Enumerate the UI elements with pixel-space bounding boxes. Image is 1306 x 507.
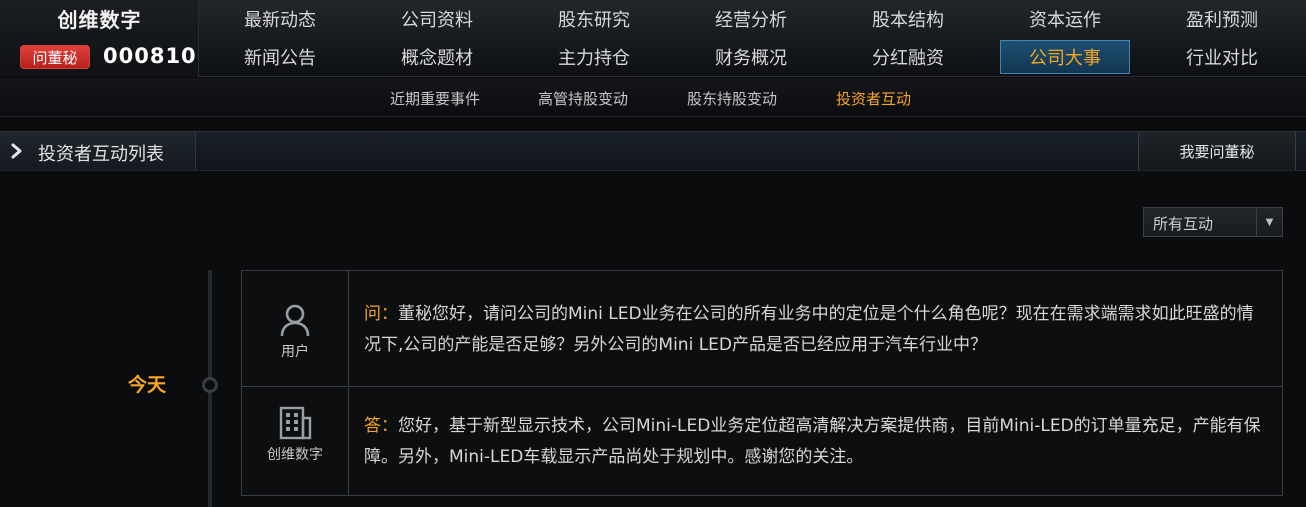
- question-text: 董秘您好，请问公司的Mini LED业务在公司的所有业务中的定位是个什么角色呢？…: [364, 304, 1254, 355]
- nav-concepts[interactable]: 概念题材: [372, 40, 502, 74]
- nav-industry-comparison[interactable]: 行业对比: [1157, 40, 1287, 74]
- answer-avatar: 创维数字: [242, 388, 349, 495]
- answer-author: 创维数字: [267, 447, 323, 463]
- timeline-date: 今天: [128, 374, 167, 396]
- answer-text-block: 答：您好，基于新型显示技术，公司Mini-LED业务定位超高清解决方案提供商，目…: [364, 411, 1269, 473]
- building-icon: [279, 406, 312, 440]
- question-avatar: 用户: [242, 271, 349, 386]
- nav-equity-structure[interactable]: 股本结构: [843, 2, 973, 36]
- nav-company-events[interactable]: 公司大事: [1000, 40, 1130, 74]
- nav-profit-forecast[interactable]: 盈利预测: [1157, 2, 1287, 36]
- nav-dividends-financing[interactable]: 分红融资: [843, 40, 973, 74]
- question-text-block: 问：董秘您好，请问公司的Mini LED业务在公司的所有业务中的定位是个什么角色…: [364, 299, 1269, 361]
- subnav-recent-events[interactable]: 近期重要事件: [390, 88, 480, 109]
- nav-financial-overview[interactable]: 财务概况: [686, 40, 816, 74]
- section-bar: 投资者互动列表 我要问董秘: [0, 131, 1306, 171]
- filter-selected-value: 所有互动: [1153, 215, 1214, 233]
- question-prefix: 问：: [364, 304, 398, 324]
- nav-latest-news[interactable]: 最新动态: [215, 2, 345, 36]
- qa-card: 用户 问：董秘您好，请问公司的Mini LED业务在公司的所有业务中的定位是个什…: [241, 270, 1283, 496]
- nav-business-analysis[interactable]: 经营分析: [686, 2, 816, 36]
- caret-down-icon: ▼: [1256, 208, 1282, 236]
- answer-row: 创维数字 答：您好，基于新型显示技术，公司Mini-LED业务定位超高清解决方案…: [242, 388, 1282, 495]
- answer-text: 您好，基于新型显示技术，公司Mini-LED业务定位超高清解决方案提供商，目前M…: [364, 416, 1261, 467]
- company-name: 创维数字: [57, 8, 142, 32]
- interaction-filter-select[interactable]: 所有互动 ▼: [1143, 207, 1283, 237]
- stock-code: 000810: [103, 44, 197, 68]
- ask-secretary-badge[interactable]: 问董秘: [20, 45, 90, 69]
- timeline-dot: [202, 377, 218, 393]
- ask-secretary-button[interactable]: 我要问董秘: [1138, 132, 1296, 170]
- chevron-right-icon: [11, 143, 22, 159]
- top-header: 创维数字 问董秘 000810 最新动态 公司资料 股东研究 经营分析 股本结构…: [0, 0, 1306, 77]
- section-title-wrap: 投资者互动列表: [0, 132, 196, 170]
- question-row: 用户 问：董秘您好，请问公司的Mini LED业务在公司的所有业务中的定位是个什…: [242, 271, 1282, 387]
- nav-company-profile[interactable]: 公司资料: [372, 2, 502, 36]
- nav-main-holdings[interactable]: 主力持仓: [529, 40, 659, 74]
- nav-announcements[interactable]: 新闻公告: [215, 40, 345, 74]
- nav-capital-operation[interactable]: 资本运作: [1000, 2, 1130, 36]
- answer-prefix: 答：: [364, 416, 398, 436]
- user-icon: [280, 304, 310, 337]
- company-block: 创维数字 问董秘 000810: [0, 0, 199, 77]
- section-title: 投资者互动列表: [38, 144, 164, 165]
- subnav-shareholder-holdings[interactable]: 股东持股变动: [687, 88, 777, 109]
- subnav-executive-holdings[interactable]: 高管持股变动: [538, 88, 628, 109]
- question-author: 用户: [281, 344, 309, 360]
- main-nav: 最新动态 公司资料 股东研究 经营分析 股本结构 资本运作 盈利预测 新闻公告 …: [200, 0, 1306, 77]
- sub-nav: 近期重要事件 高管持股变动 股东持股变动 投资者互动: [0, 78, 1306, 117]
- subnav-investor-interaction[interactable]: 投资者互动: [836, 88, 911, 109]
- nav-shareholder-research[interactable]: 股东研究: [529, 2, 659, 36]
